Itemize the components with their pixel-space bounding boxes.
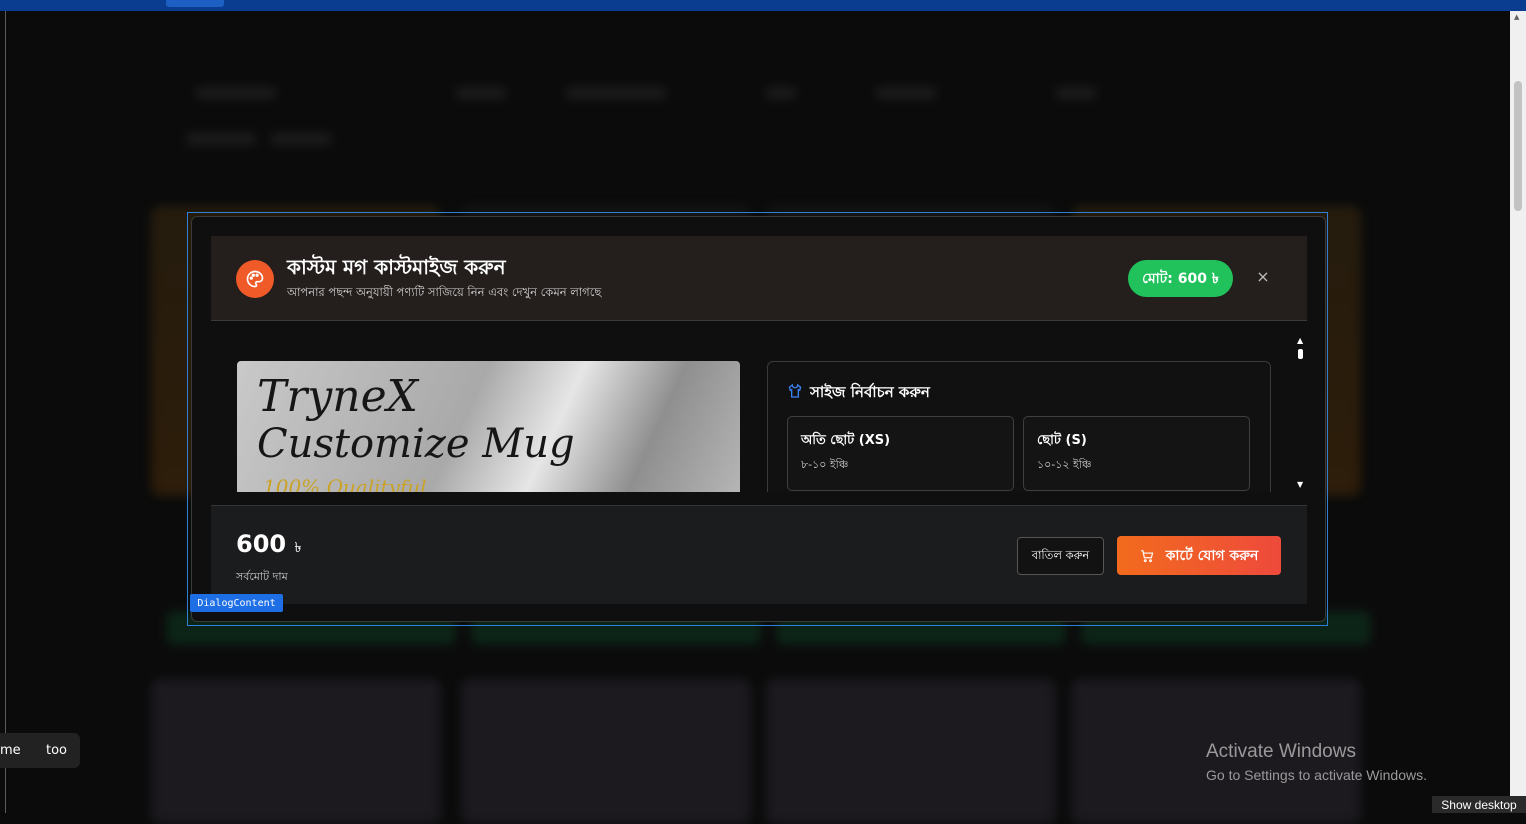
bg-product-image <box>766 679 1056 824</box>
shirt-icon <box>788 383 802 398</box>
dialog-header: কাস্টম মগ কাস্টমাইজ করুন আপনার পছন্দ অনু… <box>211 236 1307 321</box>
bg-product-image <box>151 679 441 824</box>
dialog-scrollbar[interactable]: ▲ ▼ <box>1295 336 1307 492</box>
mug-text-line-1: TryneX <box>257 371 418 422</box>
size-option-name: অতি ছোট (XS) <box>801 433 891 448</box>
mug-text-line-3: 100% Qualityful <box>263 475 427 492</box>
activate-windows-title: Activate Windows <box>1206 741 1356 762</box>
bg-product-image <box>461 679 751 824</box>
bg-nav-item <box>271 133 331 145</box>
scroll-up-arrow-icon[interactable]: ▲ <box>1514 13 1519 21</box>
size-option-xs[interactable]: অতি ছোট (XS) ৮-১০ ইঞ্চি <box>787 416 1014 491</box>
size-option-s[interactable]: ছোট (S) ১০-১২ ইঞ্চি <box>1023 416 1250 491</box>
size-selection-panel: সাইজ নির্বাচন করুন অতি ছোট (XS) ৮-১০ ইঞ্… <box>767 361 1271 492</box>
activate-windows-watermark: Activate Windows Go to Settings to activ… <box>1206 741 1427 783</box>
devtools-component-tag: DialogContent <box>190 594 283 612</box>
bg-nav-item <box>766 87 796 99</box>
dialog-subtitle: আপনার পছন্দ অনুযায়ী পণ্যটি সাজিয়ে নিন … <box>287 285 602 299</box>
dialog-title: কাস্টম মগ কাস্টমাইজ করুন <box>287 255 506 279</box>
bg-nav-item <box>186 133 256 145</box>
total-price-badge: মোট: 600 ৳ <box>1128 260 1233 297</box>
dialog-body[interactable]: TryneX Customize Mug 100% Qualityful সাই… <box>211 322 1307 492</box>
toast-right-text: too <box>46 743 68 758</box>
bg-nav-item <box>876 87 936 99</box>
page-scrollbar-thumb[interactable] <box>1514 81 1522 211</box>
active-tab-indicator[interactable] <box>166 0 224 7</box>
mug-text-line-2: Customize Mug <box>257 421 575 467</box>
cancel-button[interactable]: বাতিল করুন <box>1017 537 1104 575</box>
add-to-cart-button[interactable]: কার্টে যোগ করুন <box>1117 536 1281 575</box>
bg-nav-item <box>566 87 666 99</box>
total-price: 600 ৳ <box>236 530 301 560</box>
size-option-measure: ১০-১২ ইঞ্চি <box>1037 458 1092 471</box>
price-value: 600 <box>236 530 287 558</box>
scroll-down-icon[interactable]: ▼ <box>1297 480 1303 489</box>
close-icon[interactable]: × <box>1254 267 1272 287</box>
toast-snippet[interactable]: me too <box>0 733 80 768</box>
mug-preview-image: TryneX Customize Mug 100% Qualityful <box>237 361 740 492</box>
bg-nav-item <box>1056 87 1096 99</box>
bg-nav-item <box>196 87 276 99</box>
toast-left-text: me <box>0 743 21 758</box>
dialog-scrollbar-thumb[interactable] <box>1298 349 1303 359</box>
total-price-label: সর্বমোট দাম <box>236 570 288 583</box>
palette-icon <box>236 260 274 298</box>
page-scrollbar[interactable]: ▲ <box>1510 11 1526 813</box>
scroll-up-icon[interactable]: ▲ <box>1297 336 1303 345</box>
size-selection-title: সাইজ নির্বাচন করুন <box>810 383 930 401</box>
currency-symbol: ৳ <box>294 540 302 556</box>
show-desktop-button[interactable]: Show desktop <box>1432 796 1526 813</box>
dialog-footer: 600 ৳ সর্বমোট দাম বাতিল করুন কার্টে যোগ … <box>211 505 1307 604</box>
add-to-cart-label: কার্টে যোগ করুন <box>1165 547 1259 564</box>
cart-icon <box>1140 549 1153 562</box>
browser-top-bar <box>0 0 1526 11</box>
size-option-name: ছোট (S) <box>1037 433 1087 448</box>
size-option-measure: ৮-১০ ইঞ্চি <box>801 458 849 471</box>
bg-nav-item <box>456 87 506 99</box>
activate-windows-subtitle: Go to Settings to activate Windows. <box>1206 767 1427 783</box>
